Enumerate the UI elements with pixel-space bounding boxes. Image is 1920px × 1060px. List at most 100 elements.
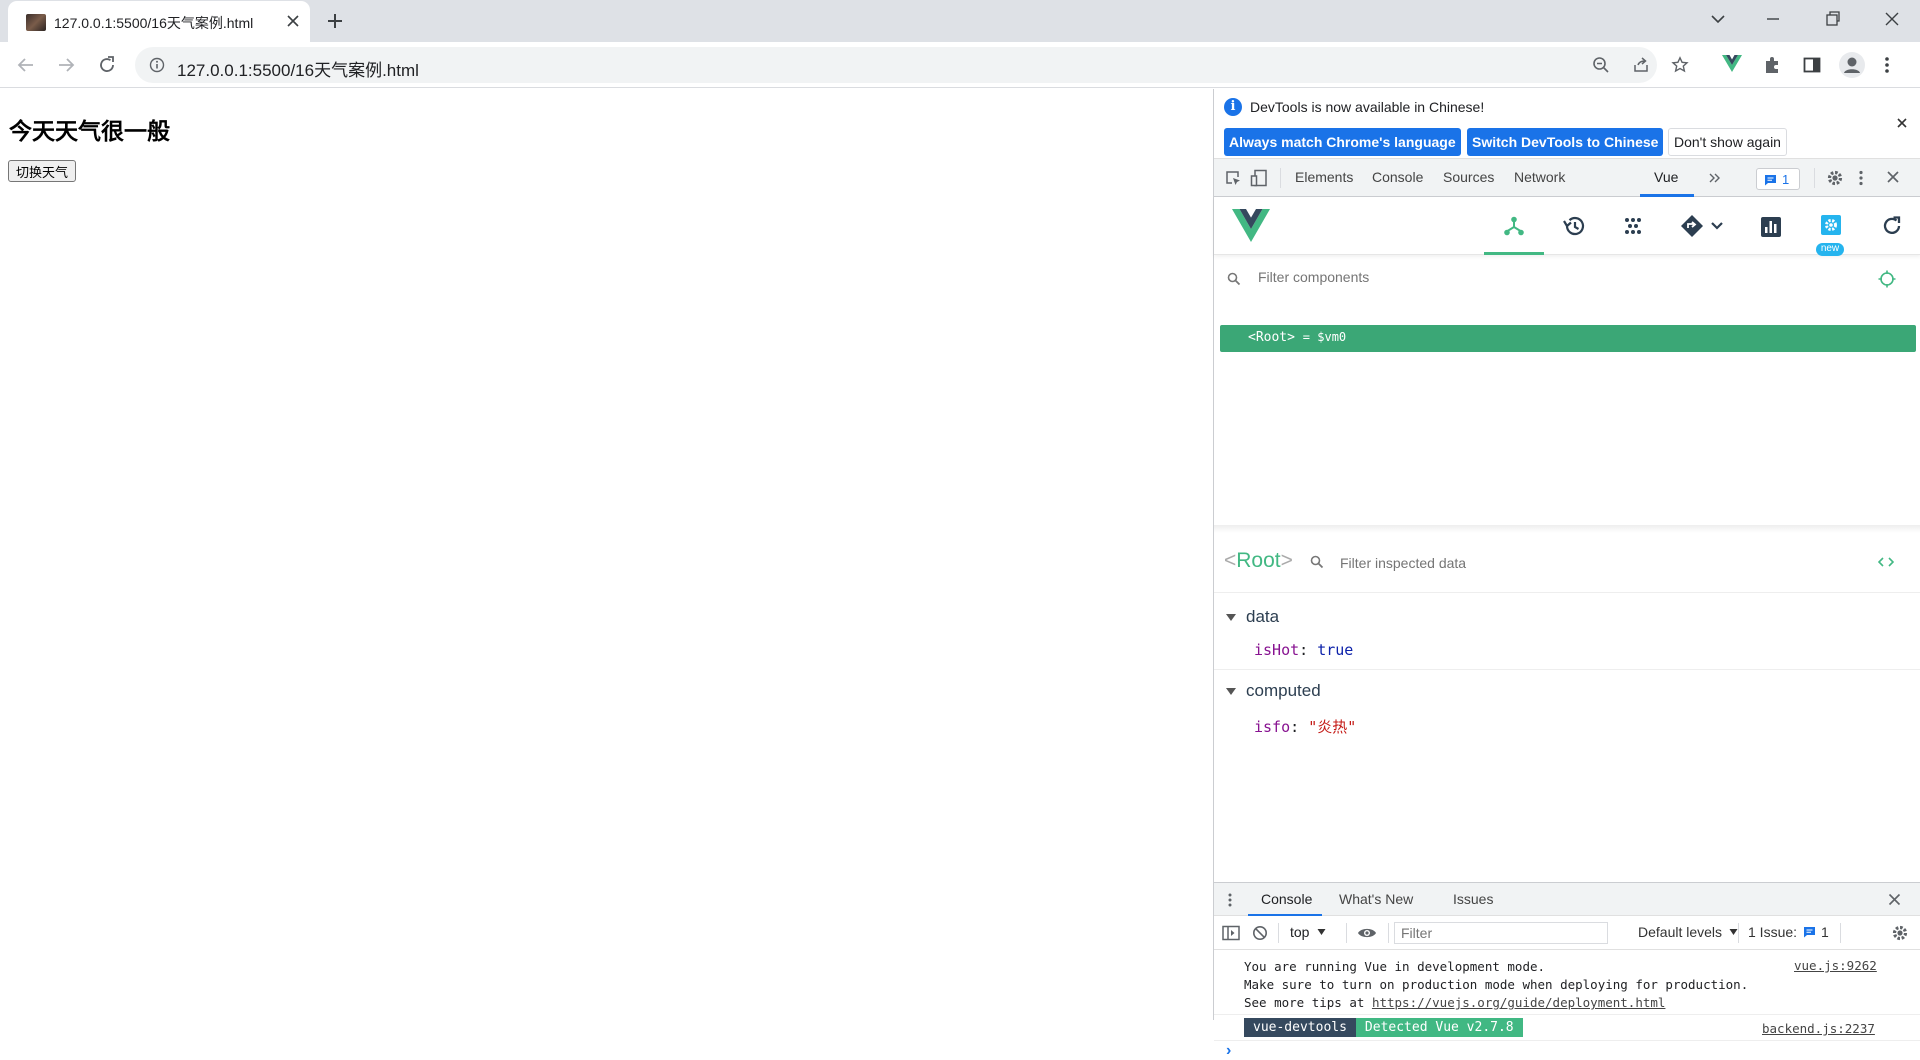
tab-network[interactable]: Network [1514,169,1565,185]
minimize-icon[interactable] [1765,9,1781,29]
zoom-icon[interactable] [1592,56,1610,74]
data-section-header[interactable]: data [1226,607,1279,627]
console-prompt[interactable]: › [1226,1042,1231,1060]
plugin-settings-icon[interactable] [1820,214,1842,236]
side-panel-icon[interactable] [1802,55,1822,75]
switch-weather-button[interactable]: 切换天气 [8,160,77,182]
favicon-icon [26,14,46,31]
tab-sources[interactable]: Sources [1443,169,1494,185]
console-message-devtools: vue-devtools Detected Vue v2.7.8 [1244,1018,1523,1037]
source-link-vue[interactable]: vue.js:9262 [1794,958,1877,973]
filter-inspected-input[interactable] [1338,554,1738,572]
messages-badge[interactable]: 1 [1756,168,1800,190]
context-selector[interactable]: top [1290,924,1326,940]
data-property-row[interactable]: isHot: true [1254,641,1353,659]
console-settings-icon[interactable] [1891,924,1909,942]
extensions-puzzle-icon[interactable] [1763,55,1783,75]
drawer-menu-icon[interactable] [1227,892,1233,908]
inspected-component-name: <Root> [1224,549,1293,572]
profile-avatar[interactable] [1839,52,1865,78]
drawer-close-icon[interactable] [1888,893,1901,906]
component-tree-root[interactable]: <Root> = $vm0 [1220,325,1916,352]
root-vm-ref: = $vm0 [1302,330,1347,344]
devtools-tab-bar: Elements Console Sources Network Vue 1 [1214,159,1920,197]
switch-to-chinese-button[interactable]: Switch DevTools to Chinese [1467,128,1664,156]
performance-dots-icon[interactable] [1623,216,1643,236]
match-language-button[interactable]: Always match Chrome's language [1224,128,1461,156]
infobar-message: DevTools is now available in Chinese! [1250,99,1485,115]
tab-vue[interactable]: Vue [1654,169,1678,185]
drawer-tab-issues[interactable]: Issues [1453,891,1493,907]
inspector-header: <Root> [1214,533,1920,593]
computed-section-header[interactable]: computed [1226,681,1321,701]
browser-tab[interactable]: 127.0.0.1:5500/16天气案例.html [8,1,310,42]
pane-splitter[interactable] [1214,525,1920,533]
console-line: You are running Vue in development mode. [1244,959,1546,974]
log-levels-dropdown[interactable]: Default levels [1638,924,1738,940]
open-in-editor-icon[interactable] [1878,555,1894,569]
bookmark-star-icon[interactable] [1671,56,1689,74]
devtools-close-icon[interactable] [1886,170,1900,184]
live-expression-eye-icon[interactable] [1357,926,1377,940]
console-filter-input[interactable] [1394,922,1608,944]
detected-vue-tag: Detected Vue v2.7.8 [1355,1018,1523,1037]
tab-search-icon[interactable] [1710,9,1726,29]
property-key: isHot [1254,641,1300,659]
tab-elements[interactable]: Elements [1295,169,1353,185]
devtools-menu-icon[interactable] [1858,169,1864,187]
dont-show-again-button[interactable]: Don't show again [1668,128,1787,156]
infobar-close-icon[interactable] [1896,117,1908,129]
more-tabs-icon[interactable] [1708,171,1722,185]
console-line: Make sure to turn on production mode whe… [1244,977,1749,992]
message-icon [1765,175,1776,186]
select-component-crosshair-icon[interactable] [1878,270,1896,288]
components-icon[interactable] [1503,215,1525,237]
info-icon: i [1224,98,1242,116]
filter-components-input[interactable] [1256,268,1756,286]
browser-toolbar: 127.0.0.1:5500/16天气案例.html [0,42,1920,88]
tab-console[interactable]: Console [1372,169,1423,185]
routing-icon[interactable] [1680,214,1726,238]
window-close-icon[interactable] [1884,9,1900,29]
dropdown-arrow-icon [1317,929,1326,935]
drawer-tab-whats-new[interactable]: What's New [1339,891,1413,907]
reload-icon[interactable] [97,55,117,75]
toolbar-divider [1388,923,1389,943]
share-icon[interactable] [1632,56,1650,74]
vue-devtools-header: new [1214,197,1920,256]
source-link-backend[interactable]: backend.js:2237 [1762,1021,1875,1036]
timeline-history-icon[interactable] [1562,215,1586,237]
drawer-tab-console[interactable]: Console [1261,891,1312,907]
vue-extension-icon[interactable] [1722,55,1742,73]
console-line: See more tips at https://vuejs.org/guide… [1244,995,1666,1010]
vuex-chart-icon[interactable] [1760,216,1782,238]
property-key: isfo [1254,718,1291,736]
devtools-settings-icon[interactable] [1826,169,1844,187]
site-info-icon[interactable] [149,57,165,73]
refresh-icon[interactable] [1881,215,1903,237]
show-sidebar-icon[interactable] [1222,925,1240,941]
toolbar-divider [1840,923,1841,943]
tab-close-icon[interactable] [286,14,300,28]
forward-icon[interactable] [56,55,76,75]
language-infobar: i DevTools is now available in Chinese! … [1214,89,1920,159]
toolbar-divider [1814,168,1815,188]
deployment-guide-link[interactable]: https://vuejs.org/guide/deployment.html [1372,995,1666,1010]
toolbar-divider [1280,168,1281,188]
chrome-menu-icon[interactable] [1884,55,1890,75]
computed-property-row[interactable]: isfo: "炎热" [1254,716,1356,737]
section-divider [1214,669,1920,670]
clear-console-icon[interactable] [1252,925,1268,941]
property-value: true [1317,641,1354,659]
back-icon[interactable] [16,55,36,75]
restore-icon[interactable] [1825,9,1841,29]
new-tab-button[interactable] [325,11,345,31]
page-viewport: 今天天气很一般 切换天气 [0,89,1213,1020]
address-bar[interactable]: 127.0.0.1:5500/16天气案例.html [135,47,1689,83]
device-toolbar-icon[interactable] [1250,169,1268,187]
inspect-element-icon[interactable] [1224,169,1242,187]
console-toolbar: top Default levels 1 Issue: 1 [1214,916,1920,950]
issues-counter[interactable]: 1 Issue: 1 [1748,924,1829,940]
root-component-name: <Root> [1248,330,1295,345]
data-section-title: data [1246,607,1280,626]
